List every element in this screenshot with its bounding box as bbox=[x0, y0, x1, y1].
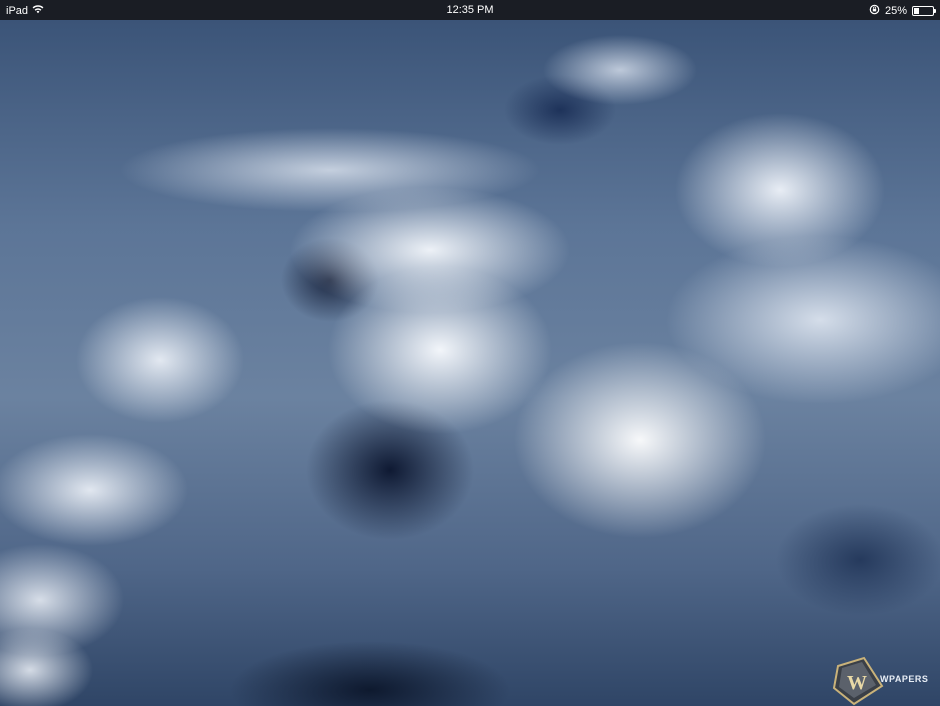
battery-icon bbox=[912, 6, 936, 16]
orientation-lock-icon bbox=[869, 4, 880, 18]
wallpaper-logo-letter: W bbox=[847, 672, 867, 694]
status-right: 25% bbox=[869, 4, 936, 18]
battery-percent: 25% bbox=[884, 5, 907, 17]
cloud-wallpaper: W WPAPERS bbox=[0, 20, 940, 706]
battery-level-fill bbox=[914, 8, 919, 14]
status-bar: iPad 12:35 PM 25% bbox=[0, 0, 940, 20]
wallpaper-logo-text: WPAPERS bbox=[880, 674, 929, 684]
ipad-screen: iPad 12:35 PM 25% W WPAPERS bbox=[0, 0, 940, 706]
status-time: 12:35 PM bbox=[446, 4, 494, 16]
